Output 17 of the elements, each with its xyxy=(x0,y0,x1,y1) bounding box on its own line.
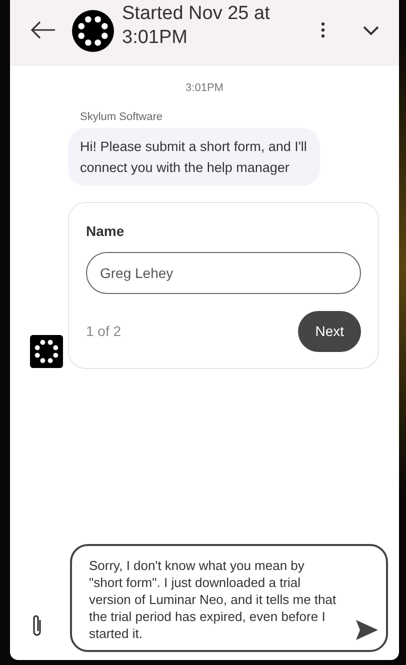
sender-name: Skylum Software xyxy=(80,110,163,124)
message-bubble: Hi! Please submit a short form, and I'll connect you with the help manager xyxy=(68,128,320,186)
step-counter: 1 of 2 xyxy=(86,322,122,341)
next-button[interactable]: Next xyxy=(298,311,361,352)
message-text: Sorry, I don't know what you mean by "short form". I just downloaded a trial version of Luminar Neo, and it tells me that the trial period has expired, even before I started it. xyxy=(89,557,337,642)
back-arrow-icon[interactable] xyxy=(30,20,56,40)
timestamp: 3:01PM xyxy=(184,81,224,96)
attachment-icon[interactable] xyxy=(30,614,44,638)
name-field[interactable]: Greg Lehey xyxy=(86,252,361,294)
bot-avatar-icon xyxy=(30,335,63,368)
logo-icon xyxy=(72,10,114,52)
more-options-icon[interactable] xyxy=(321,22,325,38)
chat-title: Started Nov 25 at 3:01PM xyxy=(122,2,271,50)
chevron-down-icon[interactable] xyxy=(363,26,379,36)
field-label: Name xyxy=(86,222,124,241)
message-input[interactable]: Sorry, I don't know what you mean by "short form". I just downloaded a trial version of Luminar Neo, and it tells me that the trial period has expired, even before I started it. xyxy=(70,544,388,652)
send-icon[interactable] xyxy=(356,620,378,640)
